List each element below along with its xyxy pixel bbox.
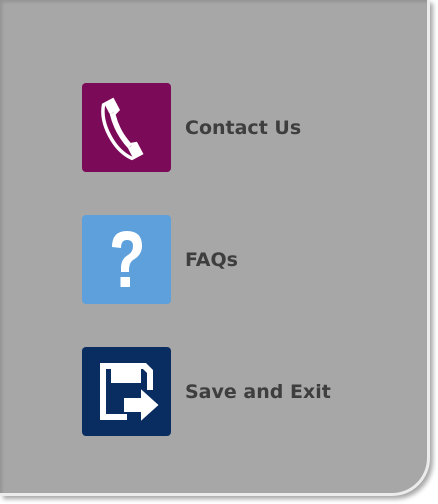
save-exit-icon	[82, 347, 171, 436]
menu-panel: Contact Us FAQs Save and Exit	[0, 0, 430, 496]
contact-us-button[interactable]: Contact Us	[82, 83, 301, 172]
faqs-label: FAQs	[185, 248, 238, 271]
faqs-button[interactable]: FAQs	[82, 215, 238, 304]
contact-us-label: Contact Us	[185, 116, 302, 139]
save-and-exit-button[interactable]: Save and Exit	[82, 347, 331, 436]
phone-icon	[82, 83, 171, 172]
save-and-exit-label: Save and Exit	[185, 380, 331, 403]
question-icon	[82, 215, 171, 304]
